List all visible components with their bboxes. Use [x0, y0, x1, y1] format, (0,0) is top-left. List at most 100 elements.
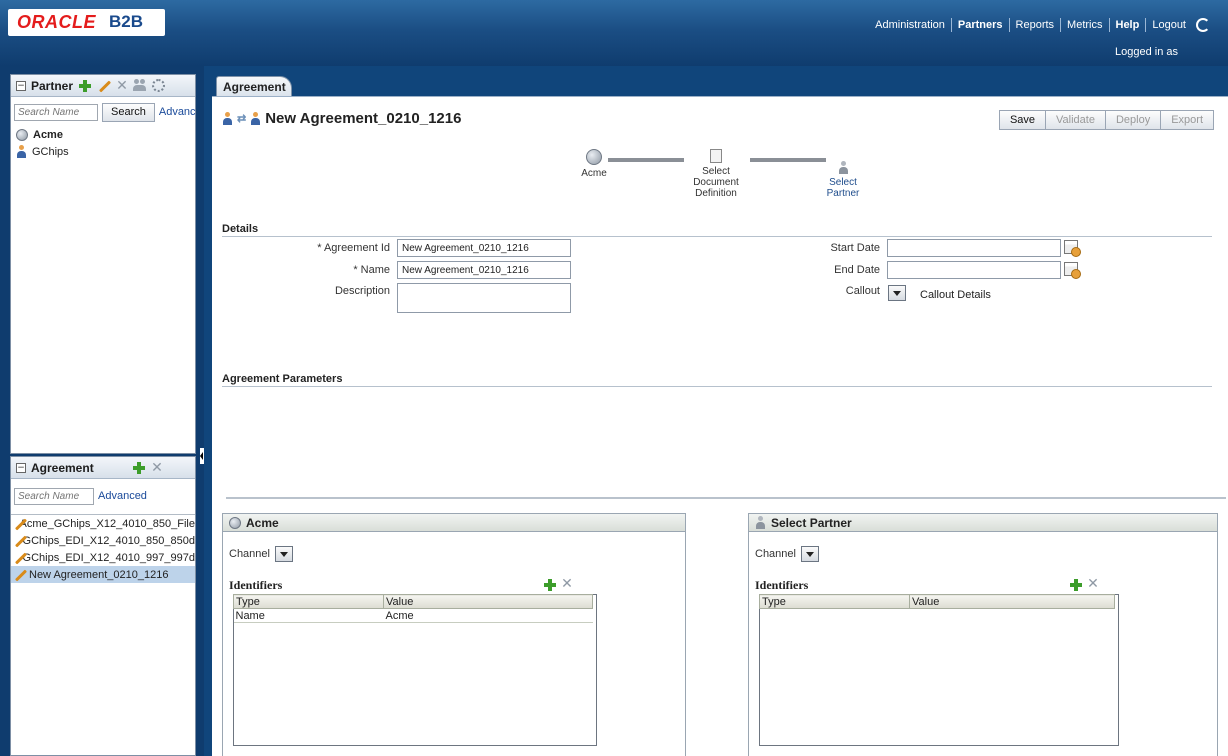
nav-metrics[interactable]: Metrics: [1061, 19, 1108, 31]
add-agreement-icon[interactable]: [132, 461, 146, 475]
table-header-row: Type Value: [759, 594, 1115, 609]
end-date-calendar-icon[interactable]: [1064, 262, 1081, 279]
edit-partner-icon[interactable]: [97, 79, 111, 93]
agreement-id-field[interactable]: [397, 239, 571, 257]
train-step-host[interactable]: Acme: [574, 149, 614, 179]
description-label: Description: [334, 285, 390, 297]
agreement-parameters-title: Agreement Parameters: [222, 373, 343, 385]
deploy-button[interactable]: Deploy: [1105, 110, 1162, 130]
table-header-row: Type Value: [233, 594, 593, 609]
agreement-advanced-link[interactable]: Advanced: [98, 490, 147, 502]
save-button[interactable]: Save: [998, 110, 1047, 130]
column-header-value[interactable]: Value: [909, 594, 1115, 609]
agreement-item[interactable]: GChips_EDI_X12_4010_997_997d: [11, 549, 195, 566]
agreement-list: Acme_GChips_X12_4010_850_File GChips_EDI…: [11, 514, 195, 583]
agreement-item-label: GChips_EDI_X12_4010_850_850d: [22, 534, 195, 547]
collapse-icon[interactable]: −: [16, 80, 26, 91]
train-connector: [750, 158, 826, 162]
partner-grey-icon: [755, 516, 766, 529]
train-step-document-definition[interactable]: Select Document Definition: [686, 149, 746, 199]
nav-reports[interactable]: Reports: [1010, 19, 1061, 31]
partner-identifiers-table-frame: [759, 594, 1119, 746]
delete-agreement-icon[interactable]: ✕: [151, 461, 163, 475]
app-header: ORACLE B2B Administration Partners Repor…: [0, 0, 1228, 66]
nav-help[interactable]: Help: [1110, 19, 1146, 31]
host-partner-box-header: Acme: [223, 514, 685, 532]
train-doc-line1: Select: [702, 166, 730, 177]
name-label: * Name: [353, 264, 390, 276]
agreement-item-selected[interactable]: New Agreement_0210_1216: [11, 566, 195, 583]
train-connector: [608, 158, 684, 162]
partner-grey-icon: [838, 161, 849, 174]
partner-search-button[interactable]: Search: [102, 102, 155, 122]
start-date-field[interactable]: [887, 239, 1061, 257]
end-date-field[interactable]: [887, 261, 1061, 279]
partner-identifier-actions: ✕: [1069, 577, 1099, 592]
select-partner-box-header: Select Partner: [749, 514, 1217, 532]
partner-identifiers-table: Type Value: [759, 594, 1115, 609]
agreement-panel-title: Agreement: [31, 460, 94, 475]
name-field[interactable]: [397, 261, 571, 279]
partner-channel-label: Channel: [755, 548, 796, 560]
start-date-calendar-icon[interactable]: [1064, 240, 1081, 257]
host-identifiers-table: Type Value Name Acme: [233, 594, 593, 623]
partner-item-acme[interactable]: Acme: [11, 126, 195, 143]
start-date-label: Start Date: [830, 242, 880, 254]
host-partner-box: Acme Channel Identifiers ✕ Type Value Na…: [222, 513, 686, 756]
document-icon: [710, 149, 722, 163]
agreement-id-label: * Agreement Id: [317, 242, 390, 254]
add-identifier-icon[interactable]: [543, 578, 557, 592]
train-step-select-partner[interactable]: Select Partner: [818, 161, 868, 199]
host-channel-dropdown[interactable]: [275, 546, 293, 562]
partner-advanced-link[interactable]: Advanc: [159, 106, 196, 118]
partner-item-label: Acme: [33, 128, 63, 141]
page-title: ⇄ New Agreement_0210_1216: [222, 110, 461, 127]
description-field[interactable]: [397, 283, 571, 313]
partner-users-icon[interactable]: [133, 79, 147, 92]
details-section-rule: [222, 236, 1212, 237]
select-partner-box: Select Partner Channel Identifiers ✕ Typ…: [748, 513, 1218, 756]
agreement-title: New Agreement_0210_1216: [265, 110, 462, 127]
column-header-type[interactable]: Type: [759, 594, 910, 609]
nav-logout[interactable]: Logout: [1146, 19, 1192, 31]
column-header-type[interactable]: Type: [233, 594, 384, 609]
collapse-icon[interactable]: −: [16, 462, 26, 473]
nav-administration[interactable]: Administration: [869, 19, 951, 31]
agreement-item[interactable]: GChips_EDI_X12_4010_850_850d: [11, 532, 195, 549]
agreement-item[interactable]: Acme_GChips_X12_4010_850_File: [11, 515, 195, 532]
table-row[interactable]: Name Acme: [233, 608, 593, 623]
delete-partner-icon[interactable]: ✕: [116, 79, 128, 93]
train-partner-line2: Partner: [826, 188, 860, 199]
train-host-label: Acme: [581, 168, 607, 179]
agreement-item-label: New Agreement_0210_1216: [29, 568, 169, 581]
add-identifier-icon[interactable]: [1069, 578, 1083, 592]
agreement-item-label: Acme_GChips_X12_4010_850_File: [19, 517, 195, 530]
agreement-toolbar: Save Validate Deploy Export: [998, 110, 1214, 130]
exchange-arrows-icon: ⇄: [237, 113, 247, 125]
host-identifiers-label: Identifiers: [229, 578, 283, 592]
horizontal-divider: [226, 497, 1226, 499]
add-partner-icon[interactable]: [78, 79, 92, 93]
identifier-type-cell: Name: [233, 608, 384, 623]
agreement-icon: [13, 534, 21, 548]
export-button[interactable]: Export: [1161, 110, 1214, 130]
delete-identifier-icon[interactable]: ✕: [1087, 577, 1099, 591]
callout-dropdown[interactable]: [888, 285, 906, 301]
tab-agreement[interactable]: Agreement: [216, 76, 292, 96]
panel-splitter-handle[interactable]: [200, 448, 204, 464]
partner-search-input[interactable]: [14, 103, 98, 121]
partner-settings-icon[interactable]: [152, 79, 166, 92]
host-globe-icon: [586, 149, 602, 165]
host-user-icon: [222, 112, 233, 125]
end-date-label: End Date: [834, 264, 880, 276]
partner-item-label: GChips: [32, 145, 69, 158]
agreement-search-input[interactable]: [14, 487, 94, 505]
partner-channel-dropdown[interactable]: [801, 546, 819, 562]
train-partner-line1: Select: [829, 177, 857, 188]
validate-button[interactable]: Validate: [1046, 110, 1106, 130]
partner-item-gchips[interactable]: GChips: [11, 143, 195, 160]
nav-partners[interactable]: Partners: [952, 19, 1009, 31]
delete-identifier-icon[interactable]: ✕: [561, 577, 573, 591]
oracle-b2b-logo: ORACLE B2B: [8, 9, 165, 36]
column-header-value[interactable]: Value: [383, 594, 593, 609]
